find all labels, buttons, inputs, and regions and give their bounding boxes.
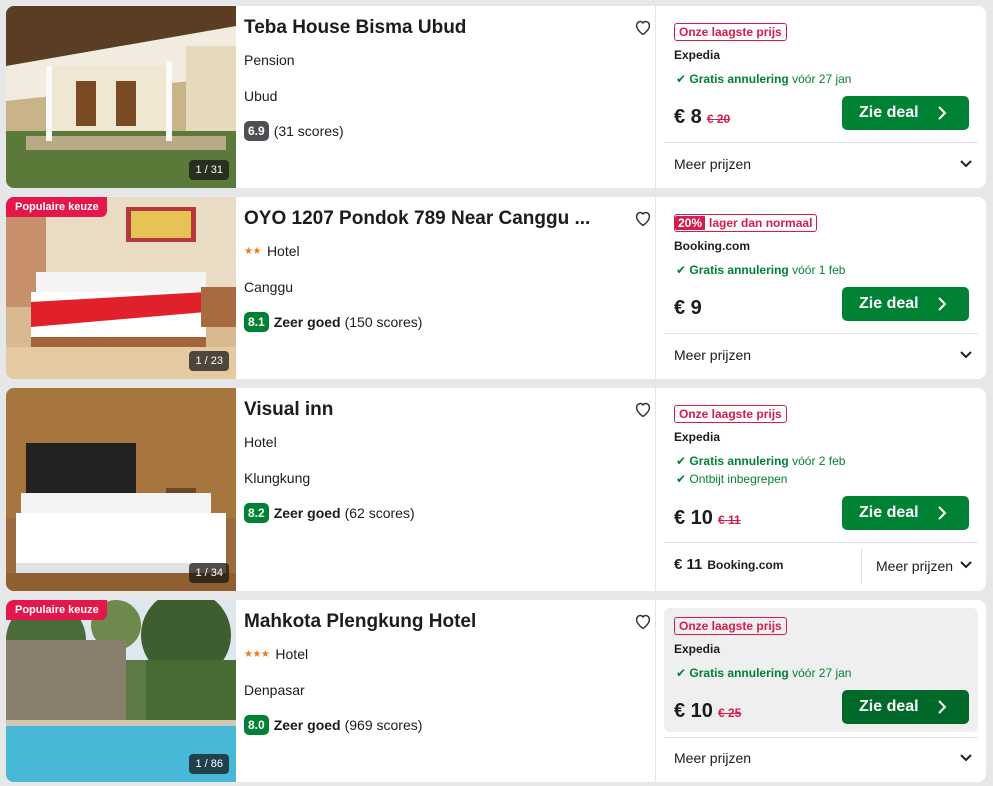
breakfast-included: ✔ Ontbijt inbegrepen xyxy=(676,472,788,486)
view-deal-button[interactable]: Zie deal xyxy=(842,287,969,321)
score-badge: 8.1 xyxy=(244,312,269,332)
hotel-location[interactable]: Klungkung xyxy=(244,470,310,486)
chevron-down-icon[interactable] xyxy=(960,754,972,762)
hotel-title[interactable]: Mahkota Plengkung Hotel xyxy=(244,611,609,633)
rating-label: Zeer goed xyxy=(273,505,341,521)
more-prices-link[interactable]: Meer prijzen xyxy=(674,347,751,363)
more-prices-link[interactable]: Meer prijzen xyxy=(876,558,953,574)
chevron-down-icon[interactable] xyxy=(960,160,972,168)
hotel-title[interactable]: Visual inn xyxy=(244,399,609,421)
free-cancellation: ✔ Gratis annulering vóór 2 feb xyxy=(676,454,846,468)
deal-price: € 10 € 11 xyxy=(674,507,741,529)
chevron-down-icon[interactable] xyxy=(960,351,972,359)
hotel-photo[interactable]: 1 / 34 xyxy=(6,388,236,591)
view-deal-button[interactable]: Zie deal xyxy=(842,690,969,724)
alt-provider: Booking.com xyxy=(707,558,784,572)
view-deal-button[interactable]: Zie deal xyxy=(842,96,969,130)
deal-panel: 20% lager dan normaal Booking.com ✔ Grati… xyxy=(655,197,986,379)
deal-panel: Onze laagste prijs Expedia ✔ Gratis annu… xyxy=(655,388,986,591)
review-count: (31 scores) xyxy=(273,123,344,139)
hotel-location[interactable]: Denpasar xyxy=(244,682,305,698)
view-deal-button[interactable]: Zie deal xyxy=(842,496,969,530)
deal-price: € 8 € 20 xyxy=(674,106,731,128)
photo-counter: 1 / 31 xyxy=(189,160,229,180)
hotel-rating: 8.0 Zeer goed (969 scores) xyxy=(244,715,422,735)
hotel-type: Pension xyxy=(244,52,295,68)
deal-tag: Onze laagste prijs xyxy=(674,617,787,635)
score-badge: 8.0 xyxy=(244,715,269,735)
rating-label: Zeer goed xyxy=(273,717,341,733)
popular-badge: Populaire keuze xyxy=(6,197,107,217)
deal-tag: Onze laagste prijs xyxy=(674,405,787,423)
photo-counter: 1 / 34 xyxy=(189,563,229,583)
review-count: (62 scores) xyxy=(344,505,415,521)
deal-tag: 20% lager dan normaal xyxy=(674,214,818,232)
hotel-card[interactable]: Populaire keuze 1 / 23 OYO 1207 Pondok 7… xyxy=(6,197,986,379)
chevron-right-icon xyxy=(938,700,947,714)
hotel-rating: 6.9 (31 scores) xyxy=(244,121,344,141)
provider-name: Booking.com xyxy=(674,239,751,253)
score-badge: 6.9 xyxy=(244,121,269,141)
free-cancellation: ✔ Gratis annulering vóór 1 feb xyxy=(676,263,846,277)
deal-box-hover[interactable]: Onze laagste prijs Expedia ✔ Gratis annu… xyxy=(664,608,978,732)
more-prices-link[interactable]: Meer prijzen xyxy=(674,750,751,766)
hotel-type: ★★★ Hotel xyxy=(244,646,309,662)
hotel-location[interactable]: Ubud xyxy=(244,88,277,104)
hotel-card[interactable]: 1 / 31 Teba House Bisma Ubud Pension Ubu… xyxy=(6,6,986,188)
divider xyxy=(861,548,862,584)
popular-badge: Populaire keuze xyxy=(6,600,107,620)
hotel-photo[interactable]: Populaire keuze 1 / 23 xyxy=(6,197,236,379)
star-rating-icon: ★★★ xyxy=(244,648,270,660)
rating-label: Zeer goed xyxy=(273,314,341,330)
chevron-right-icon xyxy=(938,506,947,520)
chevron-down-icon[interactable] xyxy=(960,561,972,569)
heart-icon[interactable] xyxy=(632,207,654,229)
provider-name: Expedia xyxy=(674,642,721,656)
more-prices-link[interactable]: Meer prijzen xyxy=(674,156,751,172)
photo-counter: 1 / 23 xyxy=(189,351,229,371)
chevron-right-icon xyxy=(938,297,947,311)
hotel-type: Hotel xyxy=(244,434,277,450)
review-count: (150 scores) xyxy=(344,314,423,330)
hotel-rating: 8.1 Zeer goed (150 scores) xyxy=(244,312,422,332)
free-cancellation: ✔ Gratis annulering vóór 27 jan xyxy=(676,666,852,680)
review-count: (969 scores) xyxy=(344,717,423,733)
alt-price[interactable]: € 11 Booking.com xyxy=(674,556,783,573)
provider-name: Expedia xyxy=(674,48,721,62)
hotel-type: ★★ Hotel xyxy=(244,243,300,259)
score-badge: 8.2 xyxy=(244,503,269,523)
hotel-photo[interactable]: Populaire keuze 1 / 86 xyxy=(6,600,236,782)
hotel-rating: 8.2 Zeer goed (62 scores) xyxy=(244,503,415,523)
free-cancellation: ✔ Gratis annulering vóór 27 jan xyxy=(676,72,852,86)
deal-price: € 10 € 25 xyxy=(674,700,742,722)
hotel-card[interactable]: Populaire keuze 1 / 86 Mahkota Plengkung… xyxy=(6,600,986,782)
photo-counter: 1 / 86 xyxy=(189,754,229,774)
hotel-title[interactable]: Teba House Bisma Ubud xyxy=(244,17,609,39)
old-price: € 11 xyxy=(717,513,741,527)
hotel-photo[interactable]: 1 / 31 xyxy=(6,6,236,188)
provider-name: Expedia xyxy=(674,430,721,444)
hotel-location[interactable]: Canggu xyxy=(244,279,293,295)
deal-tag: Onze laagste prijs xyxy=(674,23,787,41)
deal-price: € 9 xyxy=(674,297,702,319)
heart-icon[interactable] xyxy=(632,610,654,632)
heart-icon[interactable] xyxy=(632,398,654,420)
old-price: € 20 xyxy=(706,112,731,126)
chevron-right-icon xyxy=(938,106,947,120)
divider xyxy=(664,737,978,738)
hotel-card[interactable]: 1 / 34 Visual inn Hotel Klungkung 8.2 Ze… xyxy=(6,388,986,591)
hotel-title[interactable]: OYO 1207 Pondok 789 Near Canggu ... xyxy=(244,208,609,230)
star-rating-icon: ★★ xyxy=(244,245,261,257)
deal-panel: Onze laagste prijs Expedia ✔ Gratis annu… xyxy=(655,600,986,782)
deal-panel: Onze laagste prijs Expedia ✔ Gratis annu… xyxy=(655,6,986,188)
old-price: € 25 xyxy=(717,706,742,720)
heart-icon[interactable] xyxy=(632,16,654,38)
